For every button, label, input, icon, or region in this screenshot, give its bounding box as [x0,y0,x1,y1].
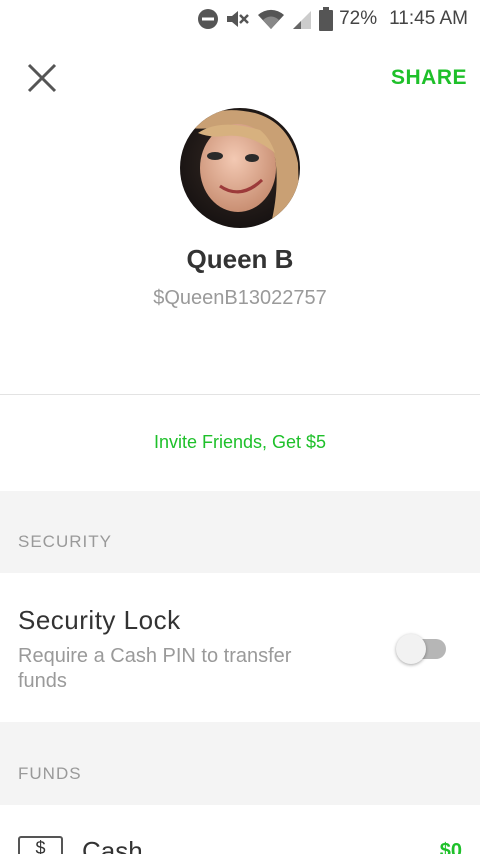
cash-amount: $0 [439,840,462,854]
cash-row[interactable]: $ Cash $0 [0,820,480,854]
wifi-icon [258,9,285,29]
muted-speaker-icon [227,11,249,27]
clock: 11:45 AM [389,8,468,29]
invite-friends-link[interactable]: Invite Friends, Get $5 [0,432,480,453]
security-lock-toggle[interactable] [396,633,448,665]
section-title: SECURITY [18,532,112,551]
cell-signal-icon [293,11,312,29]
divider [0,394,480,395]
funds-section-header: FUNDS [0,722,480,805]
avatar[interactable] [180,108,300,228]
status-bar: 72% 11:45 AM [0,0,480,38]
profile-name: Queen B [186,244,294,274]
section-title: FUNDS [18,764,82,783]
profile-cashtag: $QueenB13022757 [153,287,327,309]
cash-label: Cash [82,836,143,854]
do-not-disturb-icon [198,9,219,29]
battery-icon [319,7,334,31]
security-lock-description: Require a Cash PIN to transfer funds [18,645,292,692]
close-icon [27,63,57,93]
security-section-header: SECURITY [0,491,480,573]
battery-percent: 72% [339,8,378,29]
close-button[interactable] [22,58,62,98]
toggle-knob [396,634,426,664]
share-button[interactable]: SHARE [391,66,467,90]
security-lock-title: Security Lock [18,605,181,635]
profile-photo [180,108,300,228]
cash-icon: $ [18,836,63,854]
